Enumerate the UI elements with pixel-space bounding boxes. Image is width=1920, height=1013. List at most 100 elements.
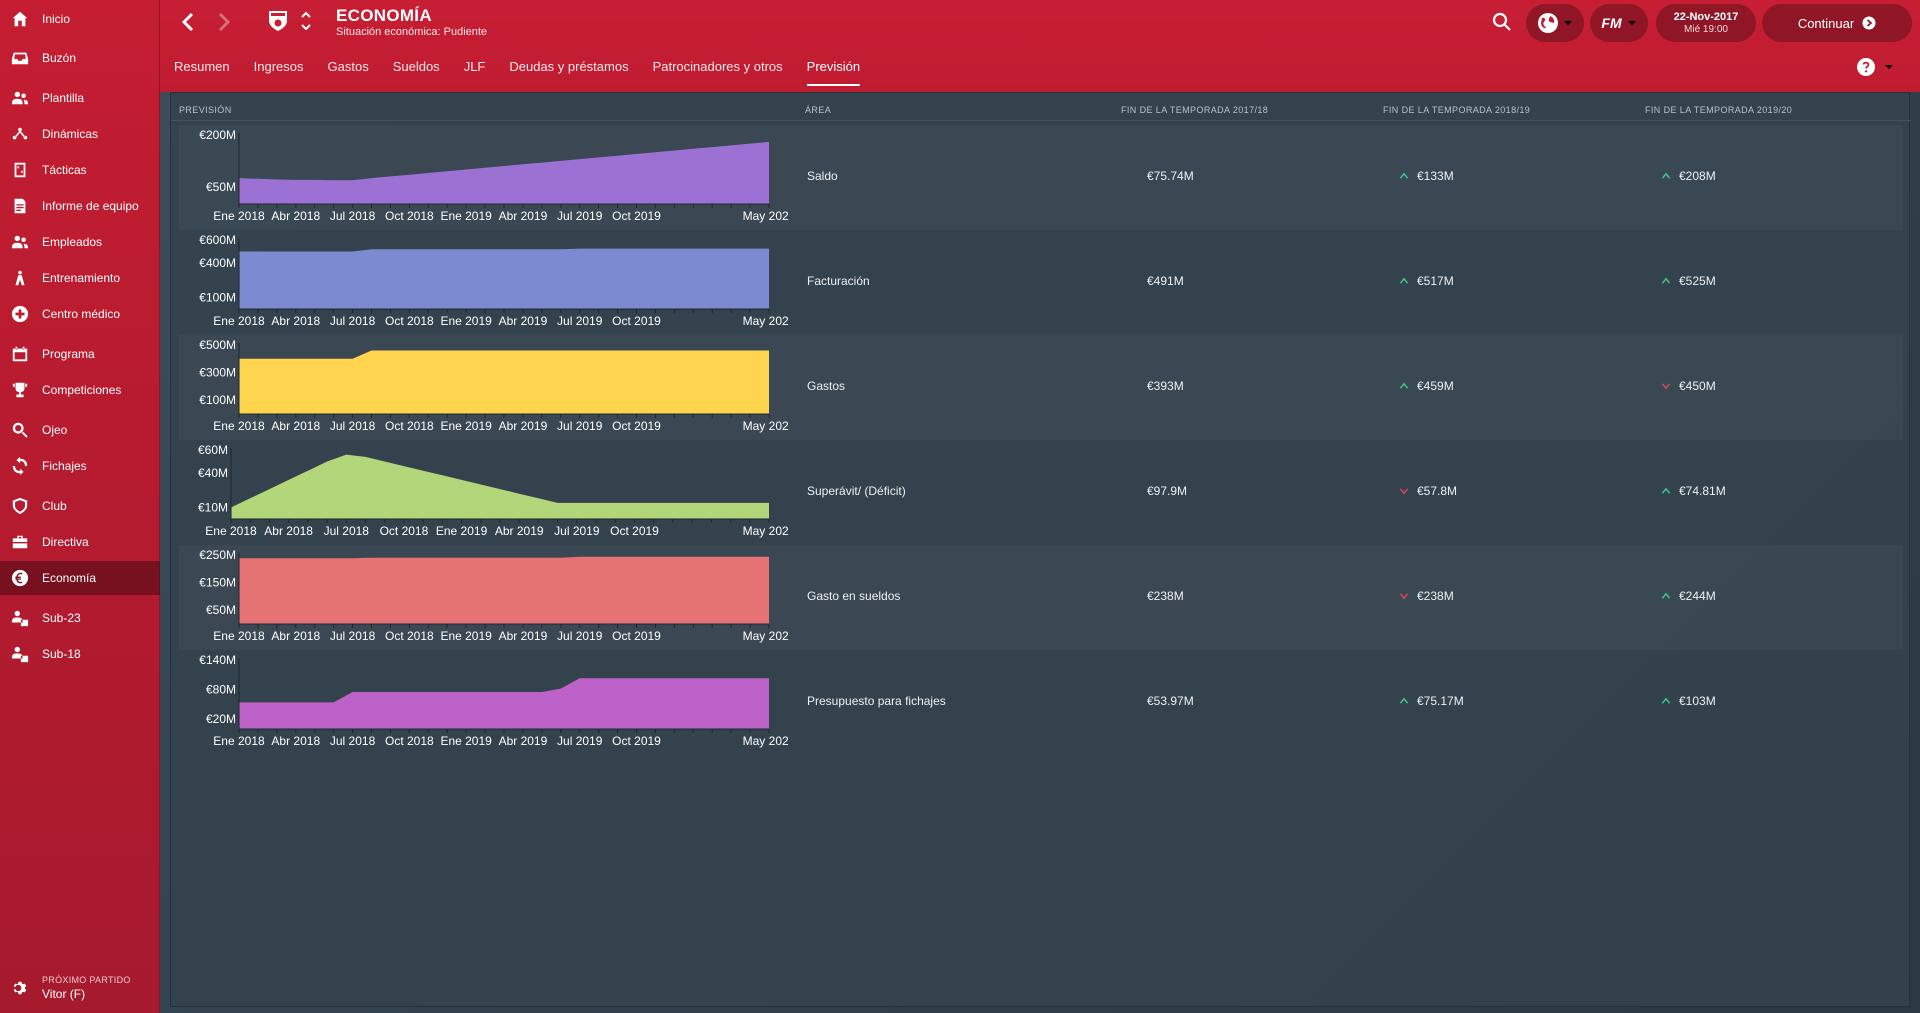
season-2019-20-value: €103M [1661,694,1716,708]
sidebar-item-label: Informe de equipo [42,199,139,213]
date-display[interactable]: 22-Nov-2017 Mié 19:00 [1656,4,1756,42]
next-match[interactable]: PRÓXIMO PARTIDO Vitor (F) [0,963,160,1013]
sidebar-item-entrenamiento[interactable]: Entrenamiento [0,261,160,295]
season-2018-19-value: €75.17M [1399,694,1464,708]
x-tick-label: Jul 2018 [330,629,376,643]
sidebar-item-empleados[interactable]: Empleados [0,225,160,259]
chevron-down-icon [301,24,311,31]
x-tick-label: Oct 2019 [612,314,661,328]
page-subtitle: Situación económica: Pudiente [336,26,488,38]
sidebar-item-label: Buzón [42,51,77,65]
sidebar-item-programa[interactable]: Programa [0,337,160,371]
tab-ingresos[interactable]: Ingresos [254,56,304,86]
sidebar-item-sub-23[interactable]: Sub-23 [0,601,160,635]
x-tick-label: Ene 2018 [213,314,265,328]
help-button[interactable] [1856,56,1894,78]
tab-resumen[interactable]: Resumen [174,56,230,86]
sidebar-item-label: Inicio [42,12,71,26]
table-row[interactable]: €250M €150M €50M Ene 2018 Abr 2018 Jul 2018 Oc… [179,545,1903,650]
x-tick-label: Abr 2019 [499,314,548,328]
back-button[interactable] [174,10,202,34]
club-badge[interactable] [266,8,290,34]
world-menu-button[interactable] [1526,4,1584,42]
current-date: 22-Nov-2017 [1673,11,1739,23]
tab-gastos[interactable]: Gastos [328,56,369,86]
table-row[interactable]: €200M €50M Ene 2018 Abr 2018 Jul 2018 Oct 201… [179,125,1903,230]
value-text: €459M [1417,379,1454,393]
x-tick-label: Oct 2019 [612,734,661,748]
sidebar-item-centro-médico[interactable]: Centro médico [0,297,160,331]
sidebar-item-dinámicas[interactable]: Dinámicas [0,117,160,151]
tab-previsión[interactable]: Previsión [806,56,861,86]
sidebar-item-ojeo[interactable]: Ojeo [0,413,160,447]
value-text: €74.81M [1679,484,1726,498]
calendar-icon [10,344,30,364]
header-season-2017-18: FIN DE LA TEMPORADA 2017/18 [1121,105,1269,115]
club-switcher[interactable] [298,6,314,36]
tab-sueldos[interactable]: Sueldos [393,56,440,86]
sidebar-item-economía[interactable]: Economía [0,561,160,595]
next-match-title: PRÓXIMO PARTIDO [42,975,131,985]
value-text: €75.17M [1417,694,1464,708]
sidebar-item-competiciones[interactable]: Competiciones [0,373,160,407]
sidebar-item-buzón[interactable]: Buzón [0,41,160,75]
table-header: PREVISIÓN ÁREA FIN DE LA TEMPORADA 2017/… [171,93,1911,121]
forward-button[interactable] [210,10,238,34]
sidebar-item-plantilla[interactable]: Plantilla [0,81,160,115]
x-tick-label: Oct 2019 [612,209,661,223]
season-2018-19-value: €238M [1399,589,1454,603]
trend-up-icon [1661,487,1671,494]
forecast-chart: €500M €300M €100M Ene 2018 Abr 2018 Jul 2018 O… [179,335,795,440]
table-row[interactable]: €60M €40M €10M Ene 2018 Abr 2018 Jul 2018 Oct … [179,440,1903,545]
sidebar-item-label: Centro médico [42,307,121,321]
y-tick-label: €500M [199,338,236,352]
sidebar-item-informe-de-equipo[interactable]: Informe de equipo [0,189,160,223]
forecast-chart-svg: €140M €80M €20M Ene 2018 Abr 2018 Jul 2018 Oct… [199,653,795,748]
value-text: €208M [1679,169,1716,183]
tab-jlf[interactable]: JLF [464,56,486,86]
table-row[interactable]: €500M €300M €100M Ene 2018 Abr 2018 Jul 2018 O… [179,335,1903,440]
continue-button[interactable]: Continuar [1762,4,1912,42]
value-text: €97.9M [1147,484,1188,498]
search-icon [10,420,30,440]
tab-deudas-y-préstamos[interactable]: Deudas y préstamos [509,56,628,86]
sidebar-item-label: Tácticas [42,163,87,177]
tab-patrocinadores-y-otros[interactable]: Patrocinadores y otros [653,56,783,86]
value-text: €75.74M [1147,169,1194,183]
x-tick-label: Abr 2019 [499,209,548,223]
forecast-chart-svg: €60M €40M €10M Ene 2018 Abr 2018 Jul 2018 Oct … [198,443,796,538]
sidebar-item-label: Economía [42,571,97,585]
fm-menu-button[interactable]: FM [1590,4,1648,42]
shield-icon [10,496,30,516]
x-tick-label: May 2020 [743,209,789,223]
table-row[interactable]: €600M €400M €100M Ene 2018 Abr 2018 Jul 2018 O… [179,230,1903,335]
continue-label: Continuar [1797,15,1855,31]
area-series [239,556,769,624]
area-series [239,678,769,729]
chevron-up-icon [301,11,311,18]
transfers-icon [10,456,30,476]
sidebar-item-tácticas[interactable]: Tácticas [0,153,160,187]
y-tick-label: €50M [206,603,236,617]
x-tick-label: Ene 2018 [213,419,265,433]
header-forecast: PREVISIÓN [179,105,232,115]
chevron-right-icon [218,12,231,32]
sidebar-item-directiva[interactable]: Directiva [0,525,160,559]
x-tick-label: May 2020 [743,629,789,643]
y-tick-label: €100M [199,291,236,305]
search-button[interactable] [1490,10,1514,34]
season-2017-18-value: €97.9M [1147,484,1187,498]
x-tick-label: Jul 2019 [557,209,603,223]
sidebar-item-fichajes[interactable]: Fichajes [0,449,160,483]
x-tick-label: Oct 2019 [612,629,661,643]
sidebar-item-club[interactable]: Club [0,489,160,523]
sidebar-item-inicio[interactable]: Inicio [0,2,160,36]
x-tick-label: Oct 2019 [612,419,661,433]
help-icon [1857,58,1875,76]
season-2017-18-value: €491M [1147,274,1184,288]
sidebar-item-label: Competiciones [42,383,122,397]
sidebar-item-sub-18[interactable]: Sub-18 [0,637,160,671]
x-tick-label: Abr 2019 [499,734,548,748]
table-row[interactable]: €140M €80M €20M Ene 2018 Abr 2018 Jul 2018 Oct… [179,650,1903,755]
forecast-chart: €250M €150M €50M Ene 2018 Abr 2018 Jul 2018 Oc… [179,545,795,650]
